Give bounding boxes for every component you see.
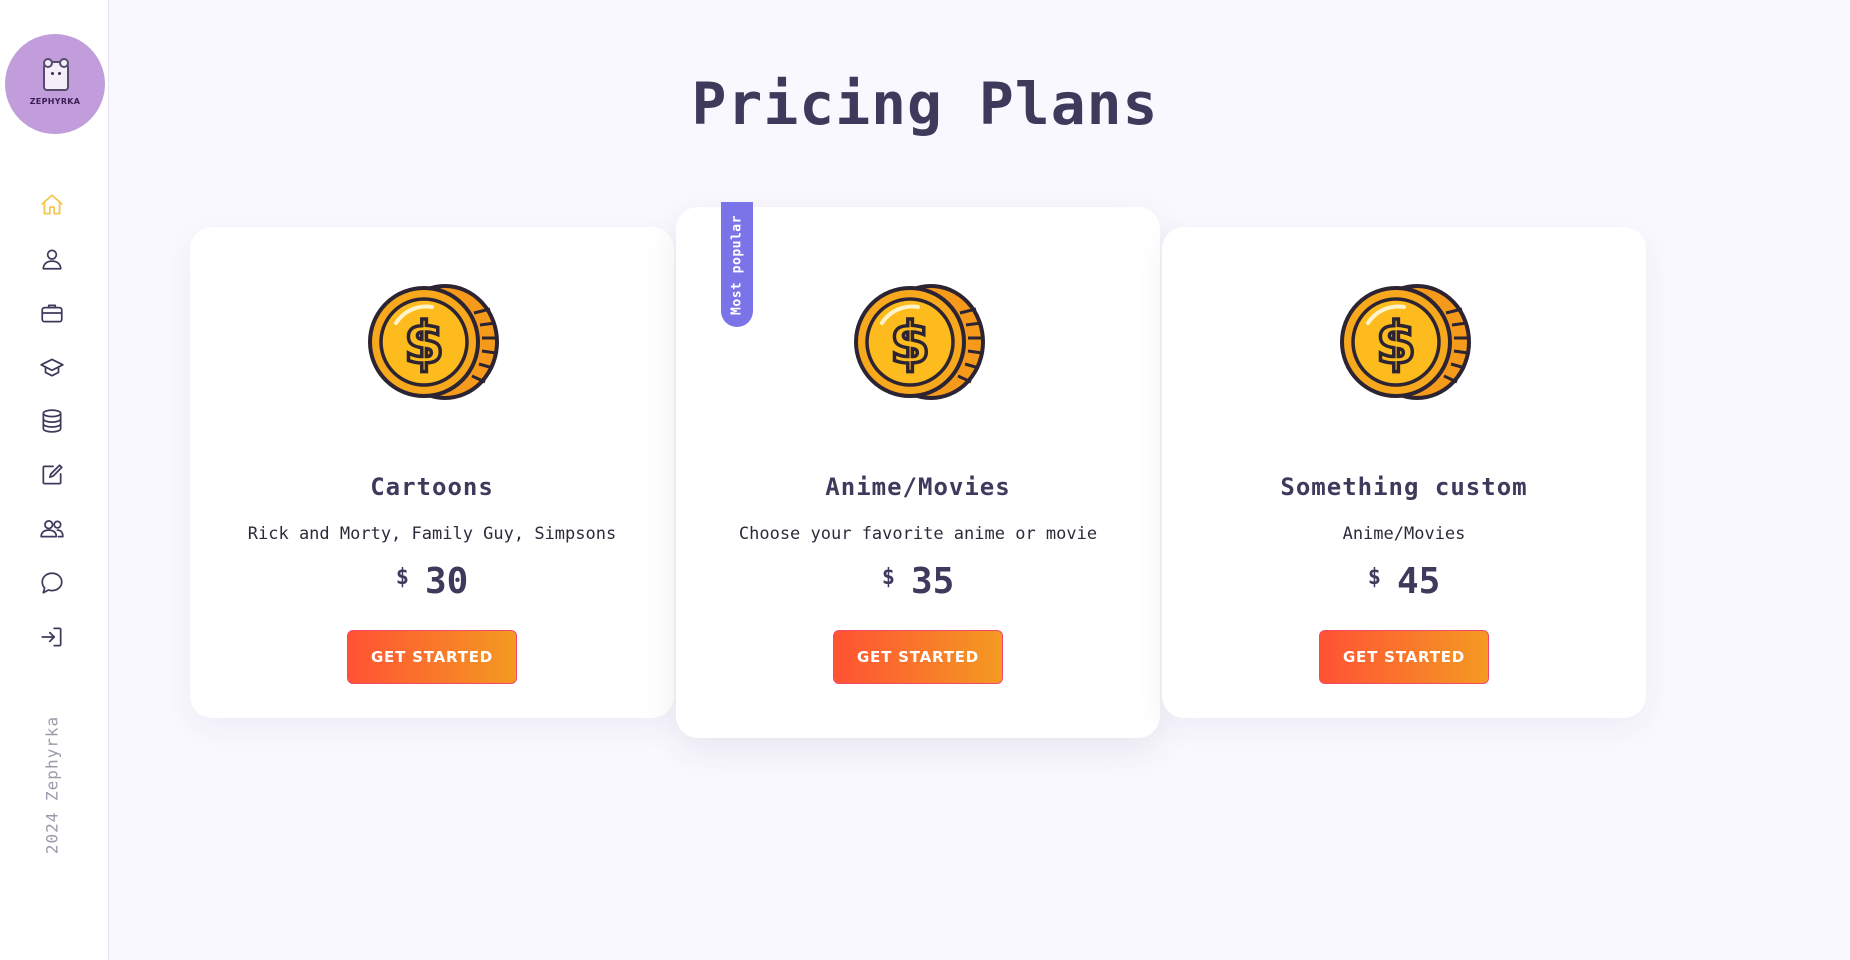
sidebar-item-team[interactable] (36, 513, 68, 545)
sidebar-item-profile[interactable] (36, 243, 68, 275)
plan-name: Anime/Movies (825, 473, 1011, 501)
price-currency: $ (1367, 565, 1381, 590)
sidebar-item-home[interactable] (36, 189, 68, 221)
svg-text:$: $ (1376, 309, 1416, 377)
pricing-card-anime-movies: Most popular $ Anime/Movies Choose your … (676, 202, 1160, 738)
coin-icon: $ (854, 284, 985, 400)
sidebar-item-education[interactable] (36, 351, 68, 383)
get-started-button[interactable]: GET STARTED (833, 630, 1003, 684)
plan-name: Something custom (1280, 473, 1528, 501)
plan-description: Rick and Morty, Family Guy, Simpsons (247, 524, 617, 544)
sidebar-item-edit[interactable] (36, 459, 68, 491)
plan-price: $30 (190, 561, 674, 602)
price-amount: 35 (910, 561, 955, 602)
graduation-cap-icon (40, 358, 64, 377)
coin-icon: $ (1340, 284, 1471, 400)
price-amount: 45 (1396, 561, 1441, 602)
pricing-card-cartoons: $ Cartoons Rick and Morty, Family Guy, S… (190, 227, 674, 718)
plan-price: $45 (1162, 561, 1646, 602)
plan-name: Cartoons (370, 473, 494, 501)
sidebar-nav (36, 189, 68, 675)
users-icon (40, 520, 64, 538)
pricing-card-custom: $ Something custom Anime/Movies $45 GET … (1162, 227, 1646, 718)
page-title: Pricing Plans (691, 70, 1159, 138)
copyright-text: 2024 Zephyrka (42, 715, 62, 855)
sidebar: ZEPHYRKA 2024 Zephyrka (0, 0, 109, 960)
plan-description: Choose your favorite anime or movie (738, 524, 1098, 544)
sidebar-item-database[interactable] (36, 405, 68, 437)
logo-text: ZEPHYRKA (29, 97, 81, 106)
sidebar-item-chat[interactable] (36, 567, 68, 599)
mascot-icon (43, 58, 69, 91)
most-popular-badge: Most popular (721, 202, 753, 327)
badge-label: Most popular (729, 214, 745, 315)
edit-icon (42, 464, 63, 485)
sidebar-item-portfolio[interactable] (36, 297, 68, 329)
chat-icon (41, 572, 63, 594)
page-header: Pricing Plans (640, 70, 1210, 138)
get-started-button[interactable]: GET STARTED (347, 630, 517, 684)
get-started-button[interactable]: GET STARTED (1319, 630, 1489, 684)
coin-icon: $ (368, 284, 499, 400)
home-icon (41, 194, 63, 215)
briefcase-icon (41, 304, 63, 323)
database-icon (42, 409, 62, 433)
sidebar-item-login[interactable] (36, 621, 68, 653)
plan-description: Anime/Movies (1342, 524, 1466, 544)
price-currency: $ (881, 565, 895, 590)
price-amount: 30 (424, 561, 469, 602)
svg-text:$: $ (890, 309, 930, 377)
svg-text:$: $ (404, 309, 444, 377)
plan-price: $35 (676, 561, 1160, 602)
login-icon (41, 627, 62, 647)
brand-logo[interactable]: ZEPHYRKA (5, 34, 105, 134)
user-icon (42, 249, 62, 270)
price-currency: $ (395, 565, 409, 590)
